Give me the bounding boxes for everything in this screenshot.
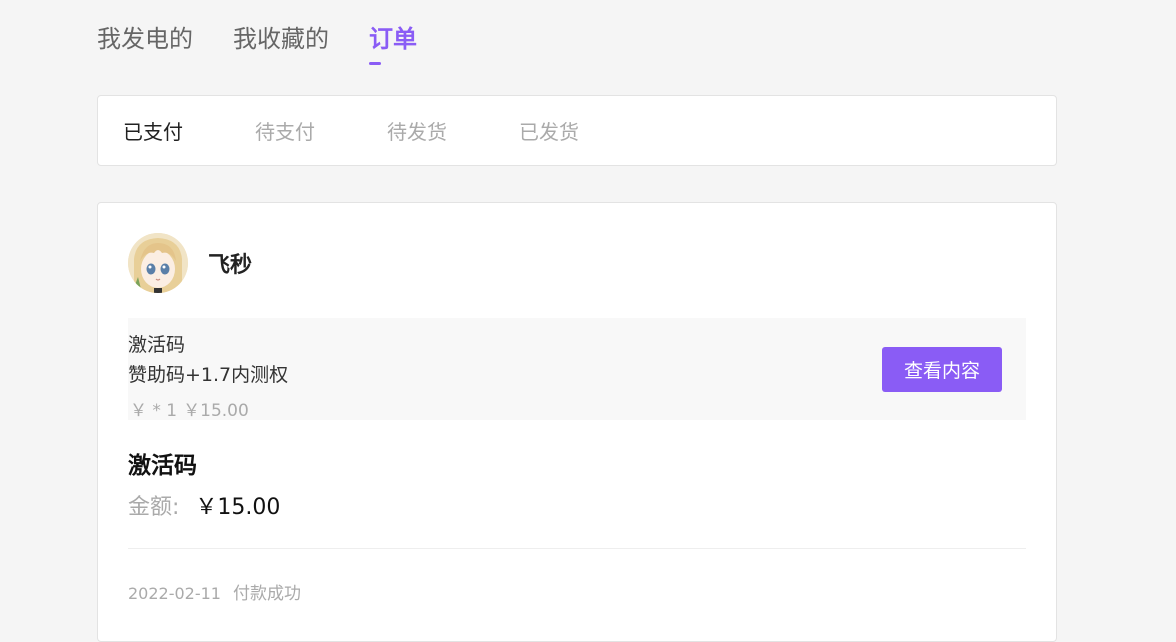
amount-label: 金额: [128,495,180,520]
tab-my-charging[interactable]: 我发电的 [97,22,193,56]
tab-my-favorites[interactable]: 我收藏的 [233,22,329,56]
amount-row: 金额: ￥15.00 [128,489,280,521]
item-description: 赞助码+1.7内测权 [128,364,289,386]
item-price: ￥ * 1 ￥15.00 [130,396,255,421]
product-name: 激活码 [128,453,197,479]
status-tab-shipped[interactable]: 已发货 [519,116,579,145]
anime-avatar-icon [128,233,188,293]
seller-info: 飞秒 [128,233,252,293]
order-card: 飞秒 激活码 赞助码+1.7内测权 ￥ * 1 ￥15.00 查看内容 激活码 金… [97,202,1057,642]
item-unit-price: ￥15.00 [183,401,249,421]
item-quantity: ￥ * 1 [130,401,178,421]
seller-name[interactable]: 飞秒 [208,247,252,279]
divider [128,548,1026,549]
tab-orders[interactable]: 订单 [369,22,417,65]
status-tab-paid[interactable]: 已支付 [123,116,183,145]
avatar[interactable] [128,233,188,293]
status-tab-pending-payment[interactable]: 待支付 [255,116,315,145]
amount-value: ￥15.00 [195,495,281,520]
order-item: 激活码 赞助码+1.7内测权 ￥ * 1 ￥15.00 查看内容 [128,318,1026,421]
top-tab-bar: 我发电的 我收藏的 订单 [97,22,417,65]
item-title: 激活码 [128,334,186,356]
order-status-tab-bar: 已支付 待支付 待发货 已发货 [97,95,1057,166]
view-content-button[interactable]: 查看内容 [882,347,1002,392]
order-footer: 2022-02-11 付款成功 [128,579,301,604]
order-status: 付款成功 [232,584,301,604]
status-tab-pending-shipment[interactable]: 待发货 [387,116,447,145]
order-date: 2022-02-11 [128,584,221,603]
